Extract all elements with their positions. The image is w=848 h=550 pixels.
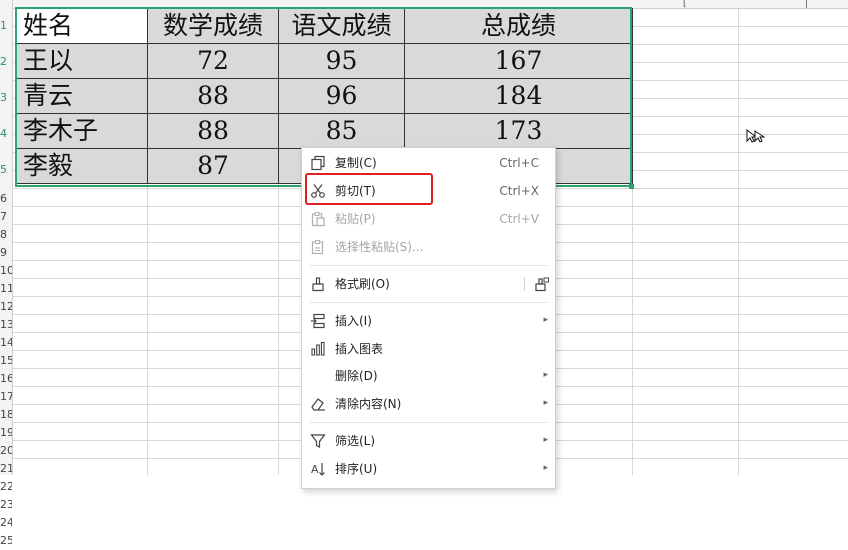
eraser-icon (311, 398, 325, 411)
menu-item-insert-chart[interactable]: 插入图表 (302, 336, 555, 362)
submenu-arrow-icon: ▸ (543, 435, 548, 445)
row-number[interactable]: 10 (0, 262, 12, 280)
filter-icon (310, 434, 326, 448)
row-number[interactable]: 14 (0, 334, 12, 352)
row-number[interactable]: 16 (0, 370, 12, 388)
row-number[interactable]: 25 (0, 532, 12, 550)
submenu-arrow-icon: ▸ (543, 315, 548, 325)
menu-item-delete[interactable]: 删除(D) ▸ (302, 363, 555, 389)
cursor-icon (746, 128, 765, 143)
menu-item-label: 选择性粘贴(S)... (335, 240, 424, 254)
header-cell-chinese[interactable]: 语文成绩 (278, 8, 405, 44)
menu-separator (310, 265, 548, 266)
row-number[interactable]: 1 (0, 17, 12, 35)
row-number[interactable]: 22 (0, 478, 12, 496)
menu-item-shortcut: Ctrl+C (499, 156, 539, 170)
table-header-row: 姓名 数学成绩 语文成绩 总成绩 (16, 8, 633, 44)
row-number[interactable]: 12 (0, 298, 12, 316)
menu-item-label: 粘贴(P) (335, 212, 376, 226)
table-cell[interactable]: 72 (147, 43, 279, 79)
menu-separator (310, 422, 548, 423)
menu-item-label: 筛选(L) (335, 434, 376, 448)
table-cell[interactable]: 李木子 (16, 113, 148, 149)
menu-item-label: 格式刷(O) (335, 277, 390, 291)
row-number[interactable]: 13 (0, 316, 12, 334)
menu-item-paste[interactable]: 粘贴(P) Ctrl+V (302, 206, 555, 232)
row-number[interactable]: 11 (0, 280, 12, 298)
cut-highlight-box (305, 173, 433, 205)
svg-text:A: A (311, 463, 319, 476)
menu-item-format-painter[interactable]: 格式刷(O) (302, 271, 555, 297)
row-header[interactable]: 1 2 3 4 5 6 7 8 9 10 11 12 13 14 15 16 17 18 19 20 21 22 23 24 2… (0, 0, 13, 547)
row-number[interactable]: 2 (0, 53, 12, 71)
row-number[interactable]: 6 (0, 190, 12, 208)
menu-divider (524, 277, 525, 291)
menu-separator (310, 302, 548, 303)
paste-icon (311, 212, 325, 227)
chart-icon (311, 341, 325, 356)
row-number[interactable]: 7 (0, 208, 12, 226)
fill-handle[interactable] (629, 184, 634, 189)
row-number[interactable]: 20 (0, 442, 12, 460)
menu-item-clear-contents[interactable]: 清除内容(N) ▸ (302, 391, 555, 417)
row-number[interactable]: 21 (0, 460, 12, 478)
menu-item-insert[interactable]: 插入(I) ▸ (302, 308, 555, 334)
menu-item-label: 插入图表 (335, 342, 384, 356)
table-cell[interactable]: 96 (278, 78, 405, 114)
menu-item-label: 复制(C) (335, 156, 377, 170)
menu-item-label: 插入(I) (335, 314, 372, 328)
column-line (738, 0, 739, 475)
menu-item-paste-special[interactable]: 选择性粘贴(S)... (302, 234, 555, 260)
table-row: 李木子 88 85 173 (16, 113, 633, 149)
row-number[interactable]: 17 (0, 388, 12, 406)
header-cell-name[interactable]: 姓名 (16, 8, 148, 44)
table-cell[interactable]: 87 (147, 148, 279, 184)
row-number[interactable]: 19 (0, 424, 12, 442)
row-number[interactable]: 8 (0, 226, 12, 244)
header-cell-total[interactable]: 总成绩 (404, 8, 633, 44)
table-cell[interactable]: 85 (278, 113, 405, 149)
menu-item-label: 清除内容(N) (335, 397, 402, 411)
row-number[interactable]: 4 (0, 125, 12, 143)
row-number[interactable]: 5 (0, 161, 12, 179)
row-number[interactable]: 9 (0, 244, 12, 262)
menu-item-filter[interactable]: 筛选(L) ▸ (302, 428, 555, 454)
insert-icon (311, 313, 325, 329)
row-number[interactable]: 24 (0, 514, 12, 532)
menu-item-sort[interactable]: A 排序(U) ▸ (302, 456, 555, 482)
table-cell[interactable]: 88 (147, 113, 279, 149)
menu-item-shortcut: Ctrl+V (499, 212, 539, 226)
row-number[interactable]: 3 (0, 89, 12, 107)
table-cell[interactable]: 173 (404, 113, 633, 149)
submenu-arrow-icon: ▸ (543, 370, 548, 380)
menu-item-label: 排序(U) (335, 462, 378, 476)
table-cell[interactable]: 184 (404, 78, 633, 114)
header-cell-math[interactable]: 数学成绩 (147, 8, 279, 44)
copy-icon (311, 155, 325, 171)
menu-item-label: 删除(D) (335, 369, 378, 383)
table-cell[interactable]: 王以 (16, 43, 148, 79)
menu-item-shortcut: Ctrl+X (499, 184, 539, 198)
table-cell[interactable]: 青云 (16, 78, 148, 114)
submenu-arrow-icon: ▸ (543, 463, 548, 473)
table-cell[interactable]: 李毅 (16, 148, 148, 184)
table-cell[interactable]: 95 (278, 43, 405, 79)
submenu-arrow-icon: ▸ (543, 398, 548, 408)
format-painter-icon (312, 277, 324, 292)
row-number[interactable]: 23 (0, 496, 12, 514)
table-cell[interactable]: 88 (147, 78, 279, 114)
format-painter-lock-icon[interactable] (534, 276, 550, 292)
paste-special-icon (311, 240, 324, 255)
row-number[interactable]: 18 (0, 406, 12, 424)
column-header-mark: [ (683, 0, 687, 9)
column-header-mark: | (805, 0, 809, 9)
table-row: 青云 88 96 184 (16, 78, 633, 114)
row-number[interactable]: 15 (0, 352, 12, 370)
table-row: 王以 72 95 167 (16, 43, 633, 79)
table-cell[interactable]: 167 (404, 43, 633, 79)
